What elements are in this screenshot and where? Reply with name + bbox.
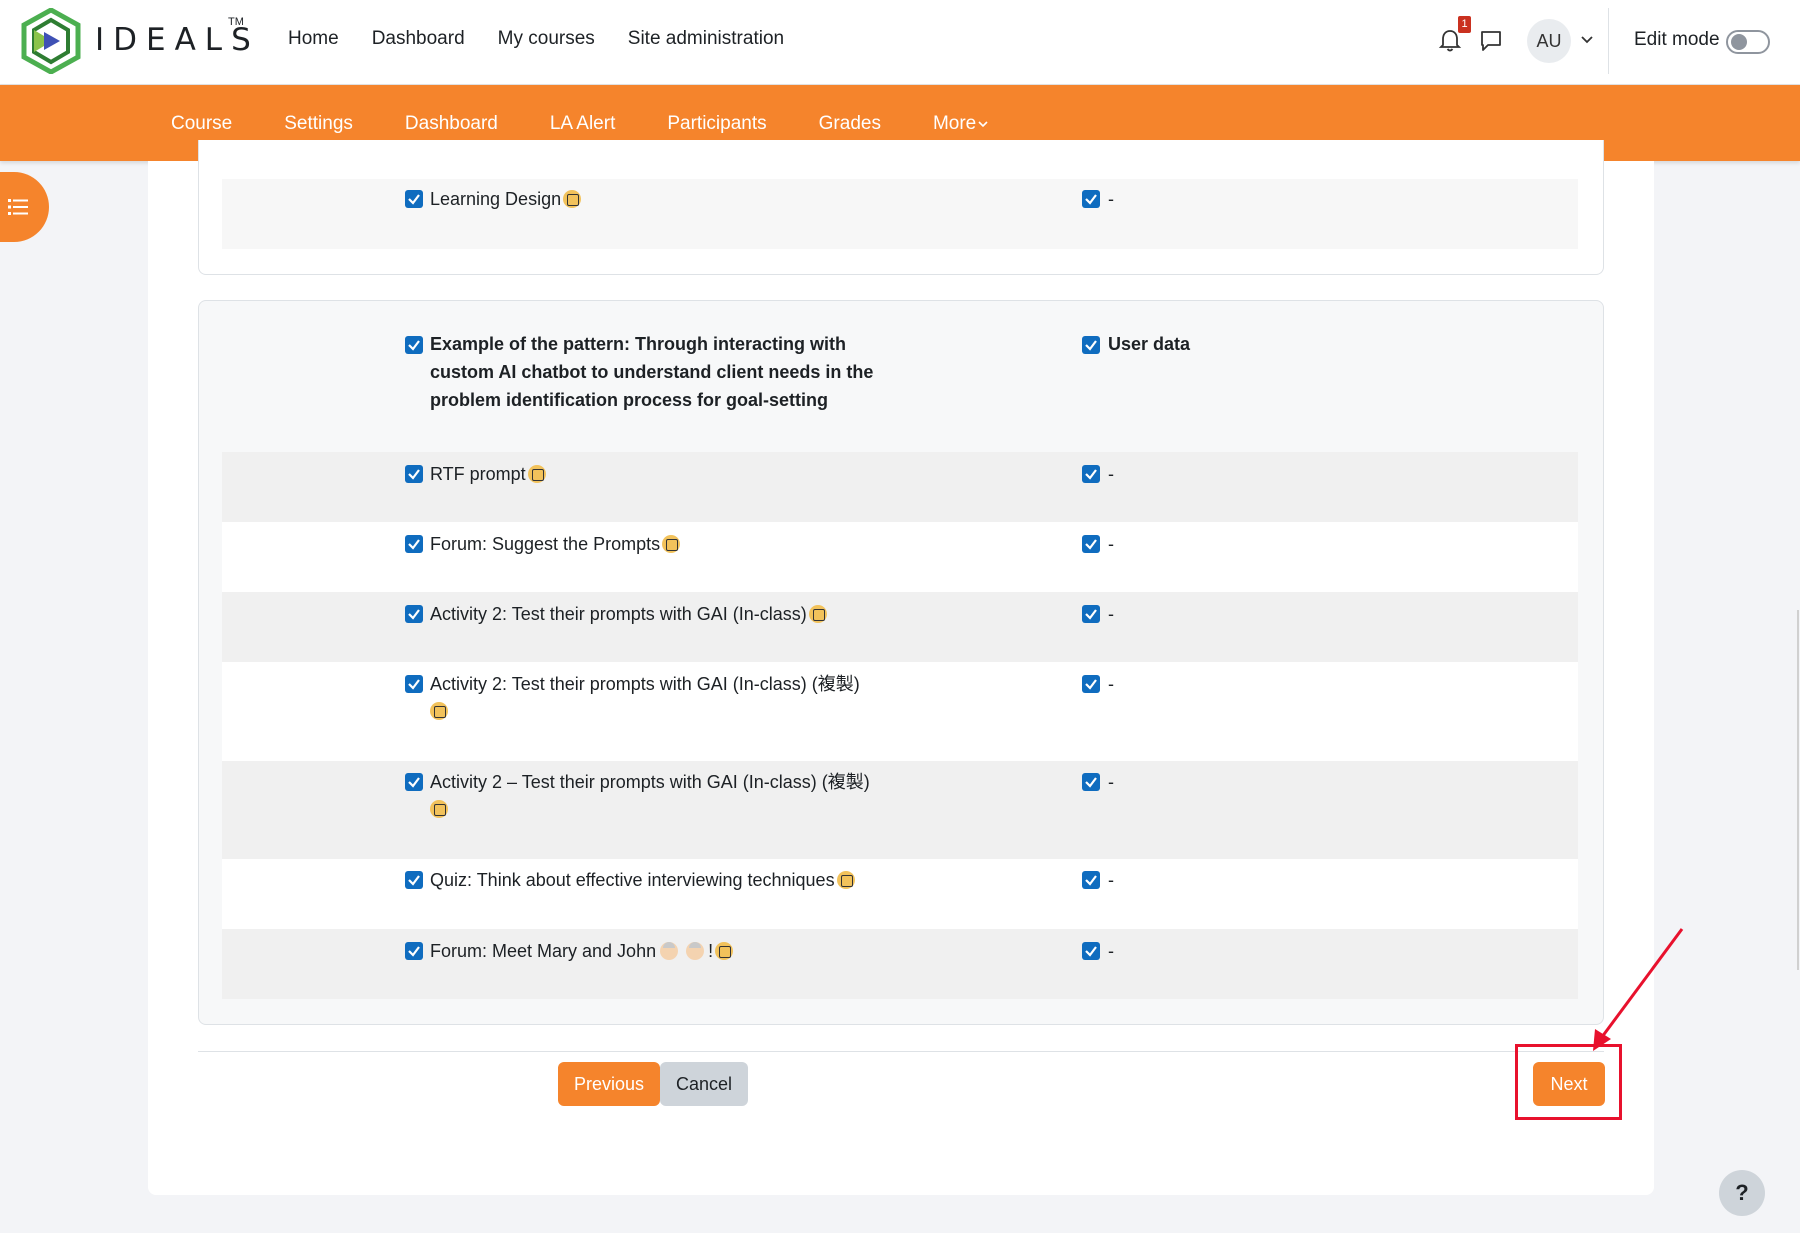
list-icon — [7, 199, 28, 215]
include-checkbox[interactable] — [405, 535, 423, 553]
table-row: Activity 2 – Test their prompts with GAI… — [222, 761, 1578, 859]
lesson-icon — [563, 190, 582, 208]
section-title: Example of the pattern: Through interact… — [430, 334, 874, 410]
userdata-value: - — [1108, 604, 1114, 624]
userdata-value: - — [1108, 674, 1114, 694]
previous-button[interactable]: Previous — [558, 1062, 660, 1106]
include-checkbox[interactable] — [405, 871, 423, 889]
userdata-value: - — [1108, 772, 1114, 792]
table-row: Activity 2: Test their prompts with GAI … — [222, 662, 1578, 761]
chevron-down-icon[interactable] — [1580, 32, 1594, 46]
nav-dashboard[interactable]: Dashboard — [372, 28, 465, 50]
table-row: Activity 2: Test their prompts with GAI … — [222, 592, 1578, 662]
chat-icon[interactable] — [1479, 29, 1503, 53]
nav-home[interactable]: Home — [288, 28, 339, 50]
cancel-button[interactable]: Cancel — [660, 1062, 748, 1106]
tab-grades[interactable]: Grades — [819, 113, 881, 135]
activity-label: Forum: Meet Mary and John! — [430, 937, 734, 965]
tab-course[interactable]: Course — [171, 113, 232, 135]
page-icon — [430, 702, 448, 720]
tab-dashboard[interactable]: Dashboard — [405, 113, 498, 135]
activity-label: Learning Design — [430, 185, 582, 213]
activity-name: Forum: Suggest the Prompts — [430, 534, 661, 554]
page-icon — [430, 800, 448, 818]
tab-settings[interactable]: Settings — [284, 113, 353, 135]
forum-icon — [715, 942, 734, 960]
activity-name-suffix: ! — [708, 941, 714, 961]
edit-mode-toggle[interactable] — [1726, 30, 1770, 54]
table-row: Forum: Meet Mary and John! - — [222, 929, 1578, 999]
page-icon — [808, 605, 827, 623]
chevron-down-icon — [978, 121, 988, 128]
annotation-highlight-box — [1515, 1044, 1622, 1120]
nav-site-administration[interactable]: Site administration — [628, 28, 784, 50]
activity-label: Activity 2: Test their prompts with GAI … — [430, 600, 827, 628]
activity-label: Activity 2: Test their prompts with GAI … — [430, 670, 860, 720]
include-checkbox[interactable] — [405, 942, 423, 960]
userdata-value: - — [1108, 189, 1114, 209]
table-row: Learning Design - — [222, 179, 1578, 249]
help-button[interactable]: ? — [1719, 1170, 1765, 1216]
navbar-divider — [1608, 8, 1609, 74]
userdata-checkbox[interactable] — [1082, 535, 1100, 553]
userdata-checkbox[interactable] — [1082, 675, 1100, 693]
userdata-checkbox[interactable] — [1082, 465, 1100, 483]
activity-name: Activity 2: Test their prompts with GAI … — [430, 674, 860, 694]
notification-badge: 1 — [1458, 16, 1471, 33]
include-checkbox[interactable] — [405, 605, 423, 623]
annotation-arrow-icon — [1593, 928, 1684, 1051]
userdata-checkbox[interactable] — [1082, 190, 1100, 208]
userdata-value: - — [1108, 464, 1114, 484]
userdata-value: - — [1108, 534, 1114, 554]
top-navbar: IDEALS TM Home Dashboard My courses Site… — [0, 0, 1800, 85]
section-include-checkbox[interactable] — [405, 336, 423, 354]
userdata-checkbox[interactable] — [1082, 942, 1100, 960]
userdata-checkbox[interactable] — [1082, 605, 1100, 623]
quiz-icon — [836, 871, 855, 889]
include-checkbox[interactable] — [405, 190, 423, 208]
userdata-column-label: User data — [1108, 334, 1191, 354]
table-row: Quiz: Think about effective interviewing… — [222, 859, 1578, 929]
brand-tm: TM — [228, 16, 244, 28]
activity-name: Learning Design — [430, 189, 562, 209]
userdata-value: - — [1108, 870, 1114, 890]
user-avatar[interactable]: AU — [1527, 19, 1571, 63]
activity-label: RTF prompt — [430, 460, 546, 488]
forum-icon — [662, 535, 681, 553]
old-man-emoji-icon — [660, 942, 679, 960]
old-woman-emoji-icon — [686, 942, 705, 960]
page-icon — [527, 465, 546, 483]
include-checkbox[interactable] — [405, 773, 423, 791]
activity-name: Activity 2 – Test their prompts with GAI… — [430, 772, 870, 792]
activity-name: Activity 2: Test their prompts with GAI … — [430, 604, 807, 624]
userdata-checkbox[interactable] — [1082, 871, 1100, 889]
activity-label: Activity 2 – Test their prompts with GAI… — [430, 768, 870, 818]
userdata-value: - — [1108, 941, 1114, 961]
activity-label: Quiz: Think about effective interviewing… — [430, 866, 855, 894]
primary-nav: Home Dashboard My courses Site administr… — [288, 28, 784, 50]
tab-la-alert[interactable]: LA Alert — [550, 113, 616, 135]
activity-name: RTF prompt — [430, 464, 526, 484]
course-index-drawer-button[interactable] — [0, 172, 49, 242]
tab-more[interactable]: More — [933, 113, 988, 135]
activity-name: Forum: Meet Mary and John — [430, 941, 657, 961]
ideals-logo-icon[interactable] — [20, 8, 82, 74]
activity-label: Forum: Suggest the Prompts — [430, 530, 681, 558]
form-footer-divider — [198, 1051, 1604, 1052]
nav-my-courses[interactable]: My courses — [498, 28, 595, 50]
include-checkbox[interactable] — [405, 465, 423, 483]
edit-mode-label: Edit mode — [1634, 29, 1720, 50]
include-checkbox[interactable] — [405, 675, 423, 693]
section-userdata-checkbox[interactable] — [1082, 336, 1100, 354]
userdata-checkbox[interactable] — [1082, 773, 1100, 791]
page-scrollbar[interactable] — [1797, 610, 1799, 970]
section-header-row: Example of the pattern: Through interact… — [222, 330, 1578, 450]
table-row: RTF prompt - — [222, 452, 1578, 522]
table-row: Forum: Suggest the Prompts - — [222, 522, 1578, 592]
tab-more-label: More — [932, 113, 977, 134]
tab-participants[interactable]: Participants — [667, 113, 766, 135]
activity-name: Quiz: Think about effective interviewing… — [430, 870, 835, 890]
